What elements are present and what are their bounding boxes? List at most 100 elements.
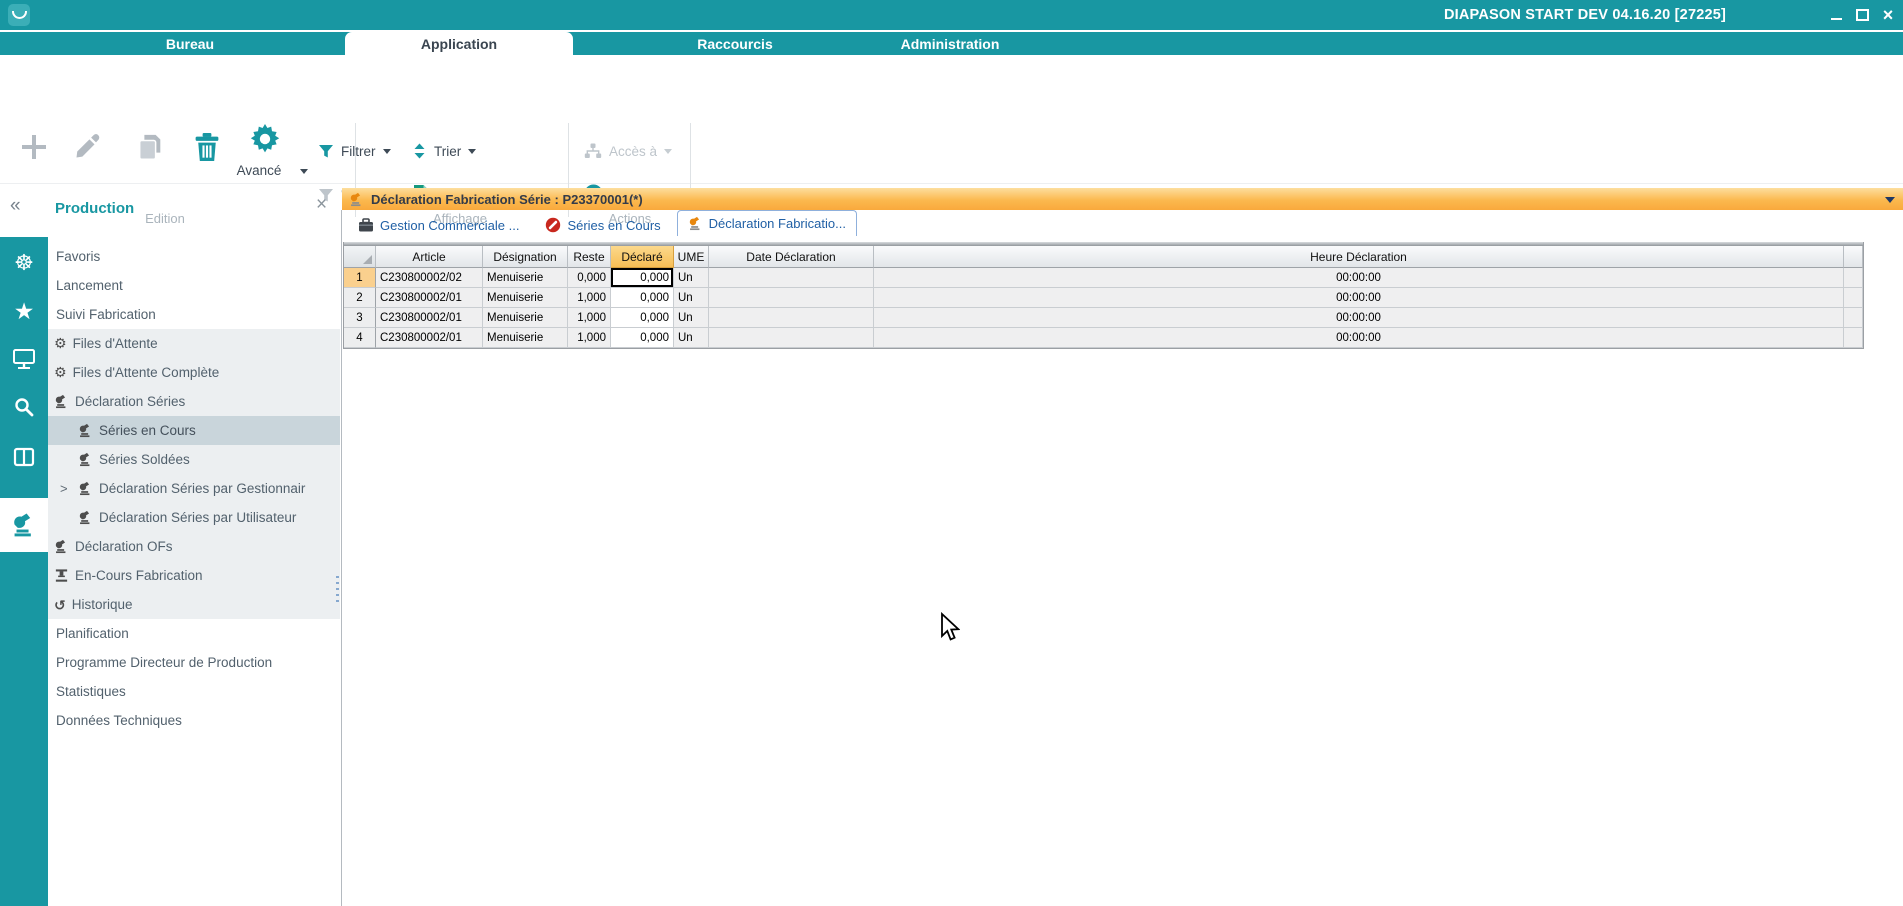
- expand-chevron-icon[interactable]: >: [60, 481, 72, 496]
- access-button[interactable]: Accès à: [584, 140, 672, 162]
- minimize-button[interactable]: [1824, 0, 1848, 30]
- tab-application[interactable]: Application: [345, 32, 573, 55]
- cell-date[interactable]: [709, 328, 874, 348]
- sidebar-item-planification[interactable]: Planification: [48, 619, 340, 648]
- sidebar-item-series-en-cours[interactable]: Séries en Cours: [48, 416, 340, 445]
- row-number[interactable]: 3: [344, 308, 376, 328]
- cell-ume[interactable]: Un: [674, 268, 709, 288]
- sitemap-icon: [584, 143, 602, 159]
- sort-button[interactable]: Trier: [412, 140, 476, 162]
- cell-date[interactable]: [709, 268, 874, 288]
- cell-declare[interactable]: 0,000: [611, 288, 674, 308]
- advanced-button[interactable]: [243, 117, 287, 161]
- cell-heure[interactable]: 00:00:00: [874, 308, 1844, 328]
- sidebar-item-declaration-series[interactable]: Déclaration Séries: [48, 387, 340, 416]
- chevron-down-icon: [664, 149, 672, 154]
- sidebar-resize-handle[interactable]: [336, 576, 339, 606]
- cell-reste[interactable]: 1,000: [568, 328, 611, 348]
- cell-declare-focused[interactable]: 0,000: [611, 268, 674, 288]
- select-all-corner[interactable]: [344, 246, 376, 268]
- doc-tab-declaration-fabrication[interactable]: Déclaration Fabricatio...: [677, 210, 857, 236]
- chevron-down-icon[interactable]: [468, 149, 476, 154]
- row-number[interactable]: 2: [344, 288, 376, 308]
- tab-administration[interactable]: Administration: [875, 32, 1025, 55]
- edit-button[interactable]: [65, 125, 109, 169]
- sidebar-item-lancement[interactable]: Lancement: [48, 271, 340, 300]
- cell-reste[interactable]: 0,000: [568, 268, 611, 288]
- cell-article[interactable]: C230800002/02: [376, 268, 483, 288]
- module-desktop-button[interactable]: [0, 335, 48, 383]
- document-header[interactable]: Déclaration Fabrication Série : P2337000…: [342, 188, 1903, 210]
- sidebar-item-series-soldees[interactable]: Séries Soldées: [48, 445, 340, 474]
- tab-raccourcis[interactable]: Raccourcis: [665, 32, 805, 55]
- sidebar-item-label: Files d'Attente: [73, 336, 158, 351]
- sidebar-item-declaration-series-gestionnaire[interactable]: > Déclaration Séries par Gestionnair: [48, 474, 340, 503]
- cell-filler: [1844, 268, 1863, 288]
- cell-heure[interactable]: 00:00:00: [874, 268, 1844, 288]
- sidebar-item-label: Statistiques: [56, 684, 126, 699]
- sidebar-close-button[interactable]: ×: [316, 195, 327, 215]
- robot-arm-icon: [54, 539, 69, 554]
- copy-button[interactable]: [128, 125, 172, 169]
- cell-declare[interactable]: 0,000: [611, 308, 674, 328]
- row-number[interactable]: 4: [344, 328, 376, 348]
- cell-ume[interactable]: Un: [674, 308, 709, 328]
- cell-declare[interactable]: 0,000: [611, 328, 674, 348]
- cell-reste[interactable]: 1,000: [568, 288, 611, 308]
- cell-designation[interactable]: Menuiserie: [483, 268, 568, 288]
- cell-date[interactable]: [709, 308, 874, 328]
- filter-button[interactable]: Filtrer: [318, 140, 391, 162]
- cell-ume[interactable]: Un: [674, 288, 709, 308]
- chevron-down-icon[interactable]: [383, 149, 391, 154]
- column-header-article[interactable]: Article: [376, 246, 483, 268]
- cell-heure[interactable]: 00:00:00: [874, 288, 1844, 308]
- column-header-declare[interactable]: Déclaré: [611, 246, 674, 268]
- column-header-heure[interactable]: Heure Déclaration: [874, 246, 1844, 268]
- maximize-button[interactable]: [1850, 0, 1874, 30]
- toolbar: Avancé Edition Filtrer Trier Vues x Exce…: [0, 55, 1903, 184]
- cell-designation[interactable]: Menuiserie: [483, 328, 568, 348]
- module-favorites-button[interactable]: ★: [0, 287, 48, 335]
- column-header-designation[interactable]: Désignation: [483, 246, 568, 268]
- sidebar-item-en-cours-fabrication[interactable]: En-Cours Fabrication: [48, 561, 340, 590]
- close-button[interactable]: ×: [1876, 0, 1900, 30]
- gear-icon: [249, 123, 281, 155]
- cell-designation[interactable]: Menuiserie: [483, 308, 568, 328]
- sidebar-item-files-attente-complete[interactable]: ⚙ Files d'Attente Complète: [48, 358, 340, 387]
- module-search-button[interactable]: [0, 383, 48, 431]
- app-logo-icon: [8, 4, 30, 26]
- robot-arm-icon: [78, 510, 93, 525]
- module-production-button[interactable]: [0, 498, 48, 552]
- sidebar-item-donnees-techniques[interactable]: Données Techniques: [48, 706, 340, 735]
- cell-ume[interactable]: Un: [674, 328, 709, 348]
- chevron-down-icon[interactable]: [300, 169, 308, 174]
- cell-article[interactable]: C230800002/01: [376, 328, 483, 348]
- column-header-reste[interactable]: Reste: [568, 246, 611, 268]
- sidebar-item-programme-directeur[interactable]: Programme Directeur de Production: [48, 648, 340, 677]
- module-views-button[interactable]: [0, 433, 48, 481]
- add-button[interactable]: [12, 125, 56, 169]
- cell-article[interactable]: C230800002/01: [376, 288, 483, 308]
- sidebar-item-statistiques[interactable]: Statistiques: [48, 677, 340, 706]
- sidebar-collapse-button[interactable]: «: [10, 196, 21, 216]
- column-header-ume[interactable]: UME: [674, 246, 709, 268]
- doc-tab-series-en-cours[interactable]: Séries en Cours: [535, 214, 670, 236]
- sidebar-item-historique[interactable]: ↺ Historique: [48, 590, 340, 619]
- sidebar-item-suivi-fabrication[interactable]: Suivi Fabrication: [48, 300, 340, 329]
- tab-bureau[interactable]: Bureau: [135, 32, 245, 55]
- cell-designation[interactable]: Menuiserie: [483, 288, 568, 308]
- sidebar-item-declaration-ofs[interactable]: Déclaration OFs: [48, 532, 340, 561]
- sidebar-item-favoris[interactable]: Favoris: [48, 242, 340, 271]
- cell-article[interactable]: C230800002/01: [376, 308, 483, 328]
- row-number[interactable]: 1: [344, 268, 376, 288]
- advanced-label[interactable]: Avancé: [221, 163, 297, 178]
- sidebar-item-files-attente[interactable]: ⚙ Files d'Attente: [48, 329, 340, 358]
- column-header-date[interactable]: Date Déclaration: [709, 246, 874, 268]
- doc-tab-gestion-commerciale[interactable]: Gestion Commerciale ...: [348, 214, 529, 236]
- cell-heure[interactable]: 00:00:00: [874, 328, 1844, 348]
- cell-date[interactable]: [709, 288, 874, 308]
- cell-reste[interactable]: 1,000: [568, 308, 611, 328]
- chevron-down-icon[interactable]: [1885, 197, 1895, 203]
- module-settings-button[interactable]: ☸: [0, 239, 48, 287]
- sidebar-item-declaration-series-utilisateur[interactable]: Déclaration Séries par Utilisateur: [48, 503, 340, 532]
